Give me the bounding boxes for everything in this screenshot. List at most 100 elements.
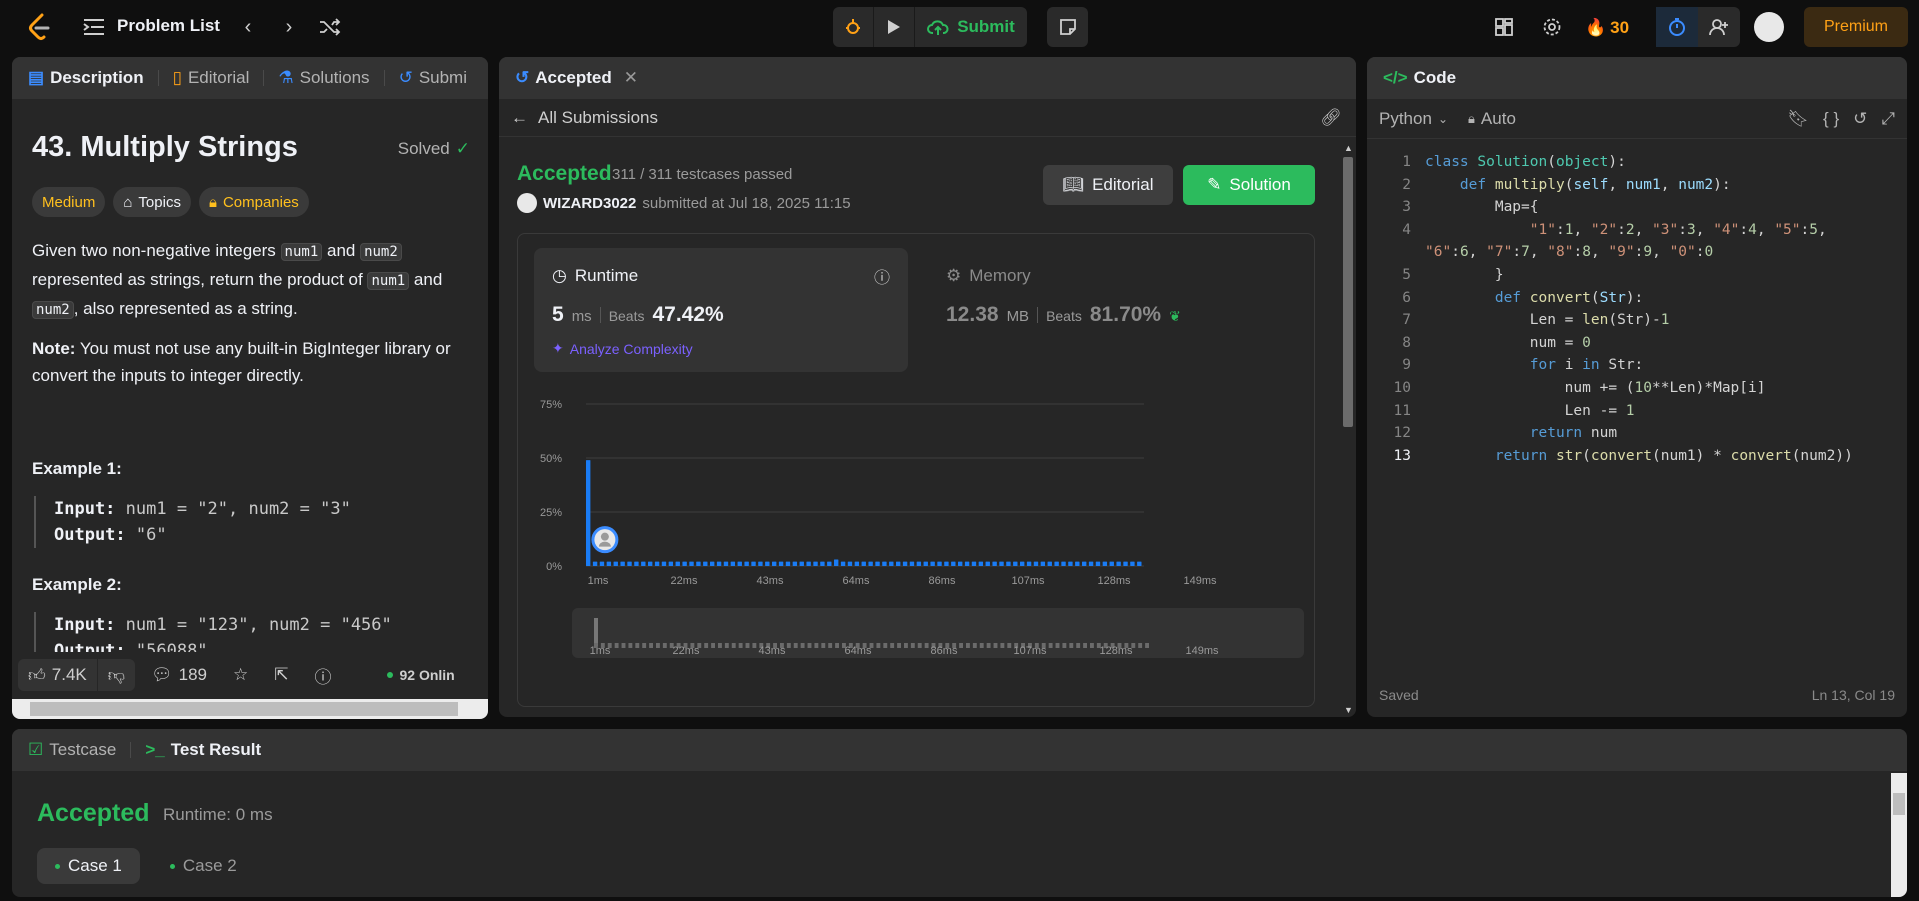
runtime-card[interactable]: ◷ Runtime ⓘ 5 ms Beats 47.42% ✦ Analyze …	[534, 248, 908, 372]
share-icon[interactable]: ⇱	[264, 659, 298, 691]
expand-icon[interactable]: ⤢	[1881, 109, 1895, 129]
chart-bar[interactable]	[620, 561, 625, 566]
chart-bar[interactable]	[985, 561, 990, 566]
chart-bar[interactable]	[847, 561, 853, 566]
link-icon[interactable]: 🔗︎	[1320, 108, 1342, 128]
problem-list-link[interactable]: Problem List	[117, 16, 220, 36]
chart-bar[interactable]	[792, 561, 798, 566]
solution-button[interactable]: ✎ Solution	[1183, 165, 1315, 205]
scrollbar-thumb[interactable]	[1343, 157, 1353, 427]
chart-bar[interactable]	[668, 561, 674, 566]
notes-icon[interactable]	[1047, 7, 1088, 47]
chart-bar[interactable]	[1033, 561, 1039, 566]
next-problem-icon[interactable]: ›	[276, 14, 302, 40]
chart-bar[interactable]	[930, 561, 935, 566]
vertical-scrollbar[interactable]: ▲ ▼	[1340, 141, 1356, 717]
chart-bar[interactable]	[1082, 561, 1087, 566]
chart-bar[interactable]	[896, 561, 901, 566]
run-icon[interactable]	[874, 7, 915, 47]
close-icon[interactable]: ✕	[624, 68, 638, 88]
chart-bar[interactable]	[834, 559, 839, 566]
chart-bar[interactable]	[1137, 561, 1142, 566]
chart-bar[interactable]	[785, 561, 791, 566]
chart-bar[interactable]	[696, 561, 701, 566]
chart-bar[interactable]	[1123, 561, 1128, 566]
chart-bar[interactable]	[868, 561, 873, 566]
submit-button[interactable]: Submit	[915, 7, 1027, 47]
chart-bar[interactable]	[806, 561, 811, 566]
chart-bar[interactable]	[1026, 561, 1032, 566]
chart-bar[interactable]	[1088, 561, 1094, 566]
chart-bar[interactable]	[951, 561, 956, 566]
chart-bar[interactable]	[1006, 561, 1011, 566]
chart-bar[interactable]	[827, 561, 832, 566]
chart-bar[interactable]	[958, 561, 963, 566]
debug-icon[interactable]	[833, 7, 874, 47]
chart-bar[interactable]	[1068, 561, 1073, 566]
user-avatar[interactable]	[1754, 12, 1784, 42]
format-braces-icon[interactable]: { }	[1823, 109, 1839, 129]
chart-bar[interactable]	[1061, 561, 1066, 566]
case-2-tab[interactable]: Case 2	[152, 848, 255, 884]
tab-editorial[interactable]: ▯ Editorial	[169, 68, 254, 88]
chart-bar[interactable]	[710, 561, 715, 566]
chart-bar[interactable]	[1116, 561, 1121, 566]
scrollbar-thumb[interactable]	[1893, 793, 1905, 815]
chart-bar[interactable]	[613, 561, 618, 566]
tab-accepted[interactable]: ↺ Accepted ✕	[511, 68, 642, 88]
auto-mode[interactable]: 🔒︎ Auto	[1468, 109, 1516, 129]
chart-bar[interactable]	[599, 561, 605, 566]
runtime-distribution-chart[interactable]: 0% 25% 50% 75% 1ms 22ms 43ms 64ms 86ms 107ms 128ms…	[518, 384, 1316, 704]
chart-bar[interactable]	[964, 561, 970, 566]
chart-bar[interactable]	[902, 561, 908, 566]
chart-bar[interactable]	[854, 561, 860, 566]
tab-code[interactable]: </> Code	[1379, 68, 1460, 88]
topics-chip[interactable]: ⌂ Topics	[113, 187, 191, 217]
chart-bar[interactable]	[944, 561, 949, 566]
chart-bar[interactable]	[820, 561, 825, 566]
editorial-button[interactable]: 📖︎ Editorial	[1043, 165, 1173, 205]
memory-card[interactable]: ⚙ Memory 12.38 MB Beats 81.70% ❦	[928, 248, 1288, 372]
chart-bar[interactable]	[689, 561, 694, 566]
chart-bar[interactable]	[737, 561, 742, 566]
chart-bar[interactable]	[682, 561, 687, 566]
chart-bar[interactable]	[875, 561, 880, 566]
chart-bar[interactable]	[730, 561, 736, 566]
analyze-complexity-link[interactable]: ✦ Analyze Complexity	[552, 340, 693, 357]
info-icon[interactable]: ⓘ	[874, 264, 890, 288]
chart-bar[interactable]	[627, 561, 632, 566]
chart-bar[interactable]	[1054, 561, 1059, 566]
chart-bar[interactable]	[882, 561, 887, 566]
scroll-up-icon[interactable]: ▲	[1344, 143, 1353, 153]
chart-bar[interactable]	[716, 561, 722, 566]
chart-bar[interactable]	[909, 561, 915, 566]
chart-bar[interactable]	[978, 561, 984, 566]
chart-bar[interactable]	[1013, 561, 1018, 566]
scrollbar-thumb[interactable]	[30, 702, 458, 716]
chart-bar[interactable]	[592, 561, 598, 566]
range-handle[interactable]	[594, 618, 598, 646]
premium-button[interactable]: Premium	[1804, 7, 1908, 47]
bookmark-icon[interactable]: 🔖︎	[1787, 109, 1809, 129]
companies-chip[interactable]: 🔒︎ Companies	[198, 187, 309, 217]
settings-gear-icon[interactable]	[1538, 13, 1566, 41]
chart-bar[interactable]	[758, 561, 763, 566]
tab-solutions[interactable]: ⚗ Solutions	[274, 68, 373, 88]
chart-bar[interactable]	[799, 561, 804, 566]
shuffle-icon[interactable]	[317, 14, 343, 40]
layout-icon[interactable]	[1490, 13, 1518, 41]
problem-list-icon[interactable]	[82, 15, 106, 39]
chart-bar[interactable]	[937, 561, 942, 566]
chart-bar[interactable]	[723, 561, 729, 566]
like-button[interactable]: 👍︎ 7.4K	[18, 659, 97, 691]
chart-bar[interactable]	[606, 561, 612, 566]
horizontal-scrollbar[interactable]	[12, 699, 488, 719]
add-friend-icon[interactable]	[1698, 7, 1740, 47]
chart-bar[interactable]	[889, 561, 894, 566]
chart-bar[interactable]	[1109, 561, 1114, 566]
chart-bar[interactable]	[703, 561, 708, 566]
username[interactable]: WIZARD3022	[543, 195, 636, 212]
tab-description[interactable]: ▤ Description	[24, 68, 148, 88]
chart-bar[interactable]	[586, 460, 591, 566]
tab-submissions[interactable]: ↺ Submi	[395, 68, 471, 88]
